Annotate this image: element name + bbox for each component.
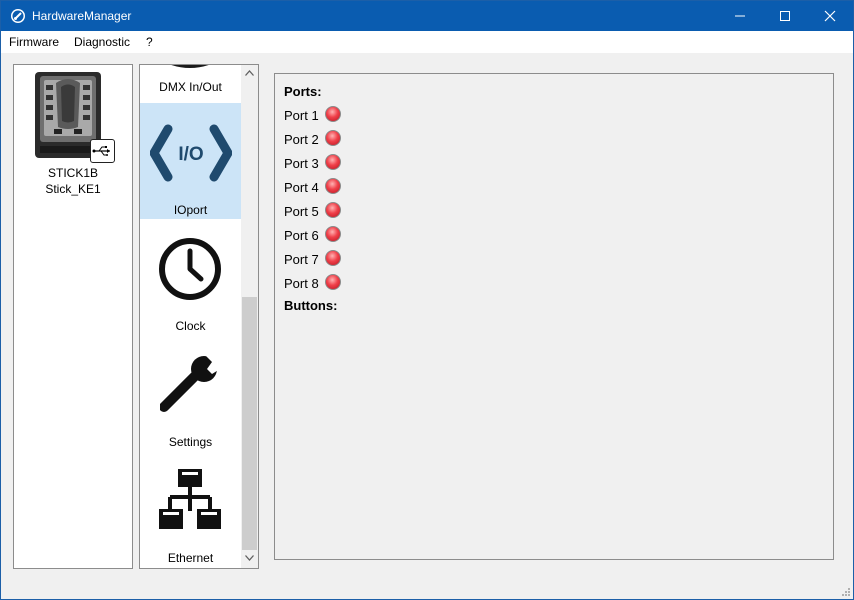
menu-bar: Firmware Diagnostic ? bbox=[1, 31, 853, 53]
scroll-thumb[interactable] bbox=[242, 297, 257, 550]
minimize-icon bbox=[735, 15, 745, 17]
window-title: HardwareManager bbox=[32, 9, 132, 23]
ioport-panel: Ports: Port 1 Port 2 Port 3 Port 4 Port … bbox=[274, 73, 834, 560]
device-item[interactable]: STICK1B Stick_KE1 bbox=[14, 65, 132, 200]
port-label: Port 3 bbox=[284, 156, 319, 171]
close-button[interactable] bbox=[807, 1, 853, 31]
clock-icon bbox=[159, 238, 221, 300]
module-ioport[interactable]: I/O IOport bbox=[140, 103, 241, 219]
minimize-button[interactable] bbox=[717, 1, 763, 31]
title-bar[interactable]: HardwareManager bbox=[1, 1, 853, 31]
app-window: HardwareManager Firmware Diagnostic ? ST… bbox=[0, 0, 854, 600]
menu-help[interactable]: ? bbox=[146, 35, 153, 49]
module-ethernet[interactable]: Ethernet bbox=[140, 451, 241, 567]
network-icon bbox=[159, 469, 221, 529]
module-settings[interactable]: Settings bbox=[140, 335, 241, 451]
usb-icon bbox=[90, 139, 115, 163]
scroll-down-icon[interactable] bbox=[245, 555, 254, 561]
module-label: Ethernet bbox=[167, 551, 214, 565]
module-list: DMX In/Out I/O IOport Clock Settings Eth… bbox=[139, 64, 259, 569]
led-indicator-icon bbox=[325, 178, 341, 194]
menu-diagnostic[interactable]: Diagnostic bbox=[74, 35, 130, 49]
device-model: STICK1B bbox=[47, 166, 98, 180]
port-label: Port 8 bbox=[284, 276, 319, 291]
wrench-icon bbox=[160, 354, 220, 412]
port-label: Port 4 bbox=[284, 180, 319, 195]
led-indicator-icon bbox=[325, 130, 341, 146]
ports-heading: Ports: bbox=[284, 84, 322, 99]
port-label: Port 7 bbox=[284, 252, 319, 267]
module-scrollbar[interactable] bbox=[241, 65, 258, 568]
led-indicator-icon bbox=[325, 202, 341, 218]
module-dmx[interactable]: DMX In/Out bbox=[140, 65, 241, 103]
led-indicator-icon bbox=[325, 154, 341, 170]
device-id: Stick_KE1 bbox=[45, 182, 101, 196]
app-icon bbox=[11, 9, 25, 23]
module-label: DMX In/Out bbox=[159, 80, 222, 94]
port-label: Port 5 bbox=[284, 204, 319, 219]
device-list: STICK1B Stick_KE1 bbox=[13, 64, 133, 569]
resize-grip-icon[interactable] bbox=[840, 586, 850, 596]
svg-text:I/O: I/O bbox=[178, 144, 203, 165]
port-label: Port 6 bbox=[284, 228, 319, 243]
maximize-button[interactable] bbox=[762, 1, 808, 31]
close-icon bbox=[824, 10, 836, 22]
scroll-up-icon[interactable] bbox=[245, 70, 254, 76]
module-label: Clock bbox=[175, 319, 206, 333]
led-indicator-icon bbox=[325, 250, 341, 266]
led-indicator-icon bbox=[325, 226, 341, 242]
module-label: Settings bbox=[168, 435, 213, 449]
module-label: IOport bbox=[173, 203, 208, 217]
menu-firmware[interactable]: Firmware bbox=[9, 35, 59, 49]
dmx-icon bbox=[171, 65, 209, 68]
led-indicator-icon bbox=[325, 106, 341, 122]
buttons-heading: Buttons: bbox=[284, 298, 338, 313]
led-indicator-icon bbox=[325, 274, 341, 290]
port-label: Port 1 bbox=[284, 108, 319, 123]
io-icon: I/O bbox=[150, 124, 232, 182]
module-clock[interactable]: Clock bbox=[140, 219, 241, 335]
maximize-icon bbox=[780, 11, 790, 21]
port-label: Port 2 bbox=[284, 132, 319, 147]
